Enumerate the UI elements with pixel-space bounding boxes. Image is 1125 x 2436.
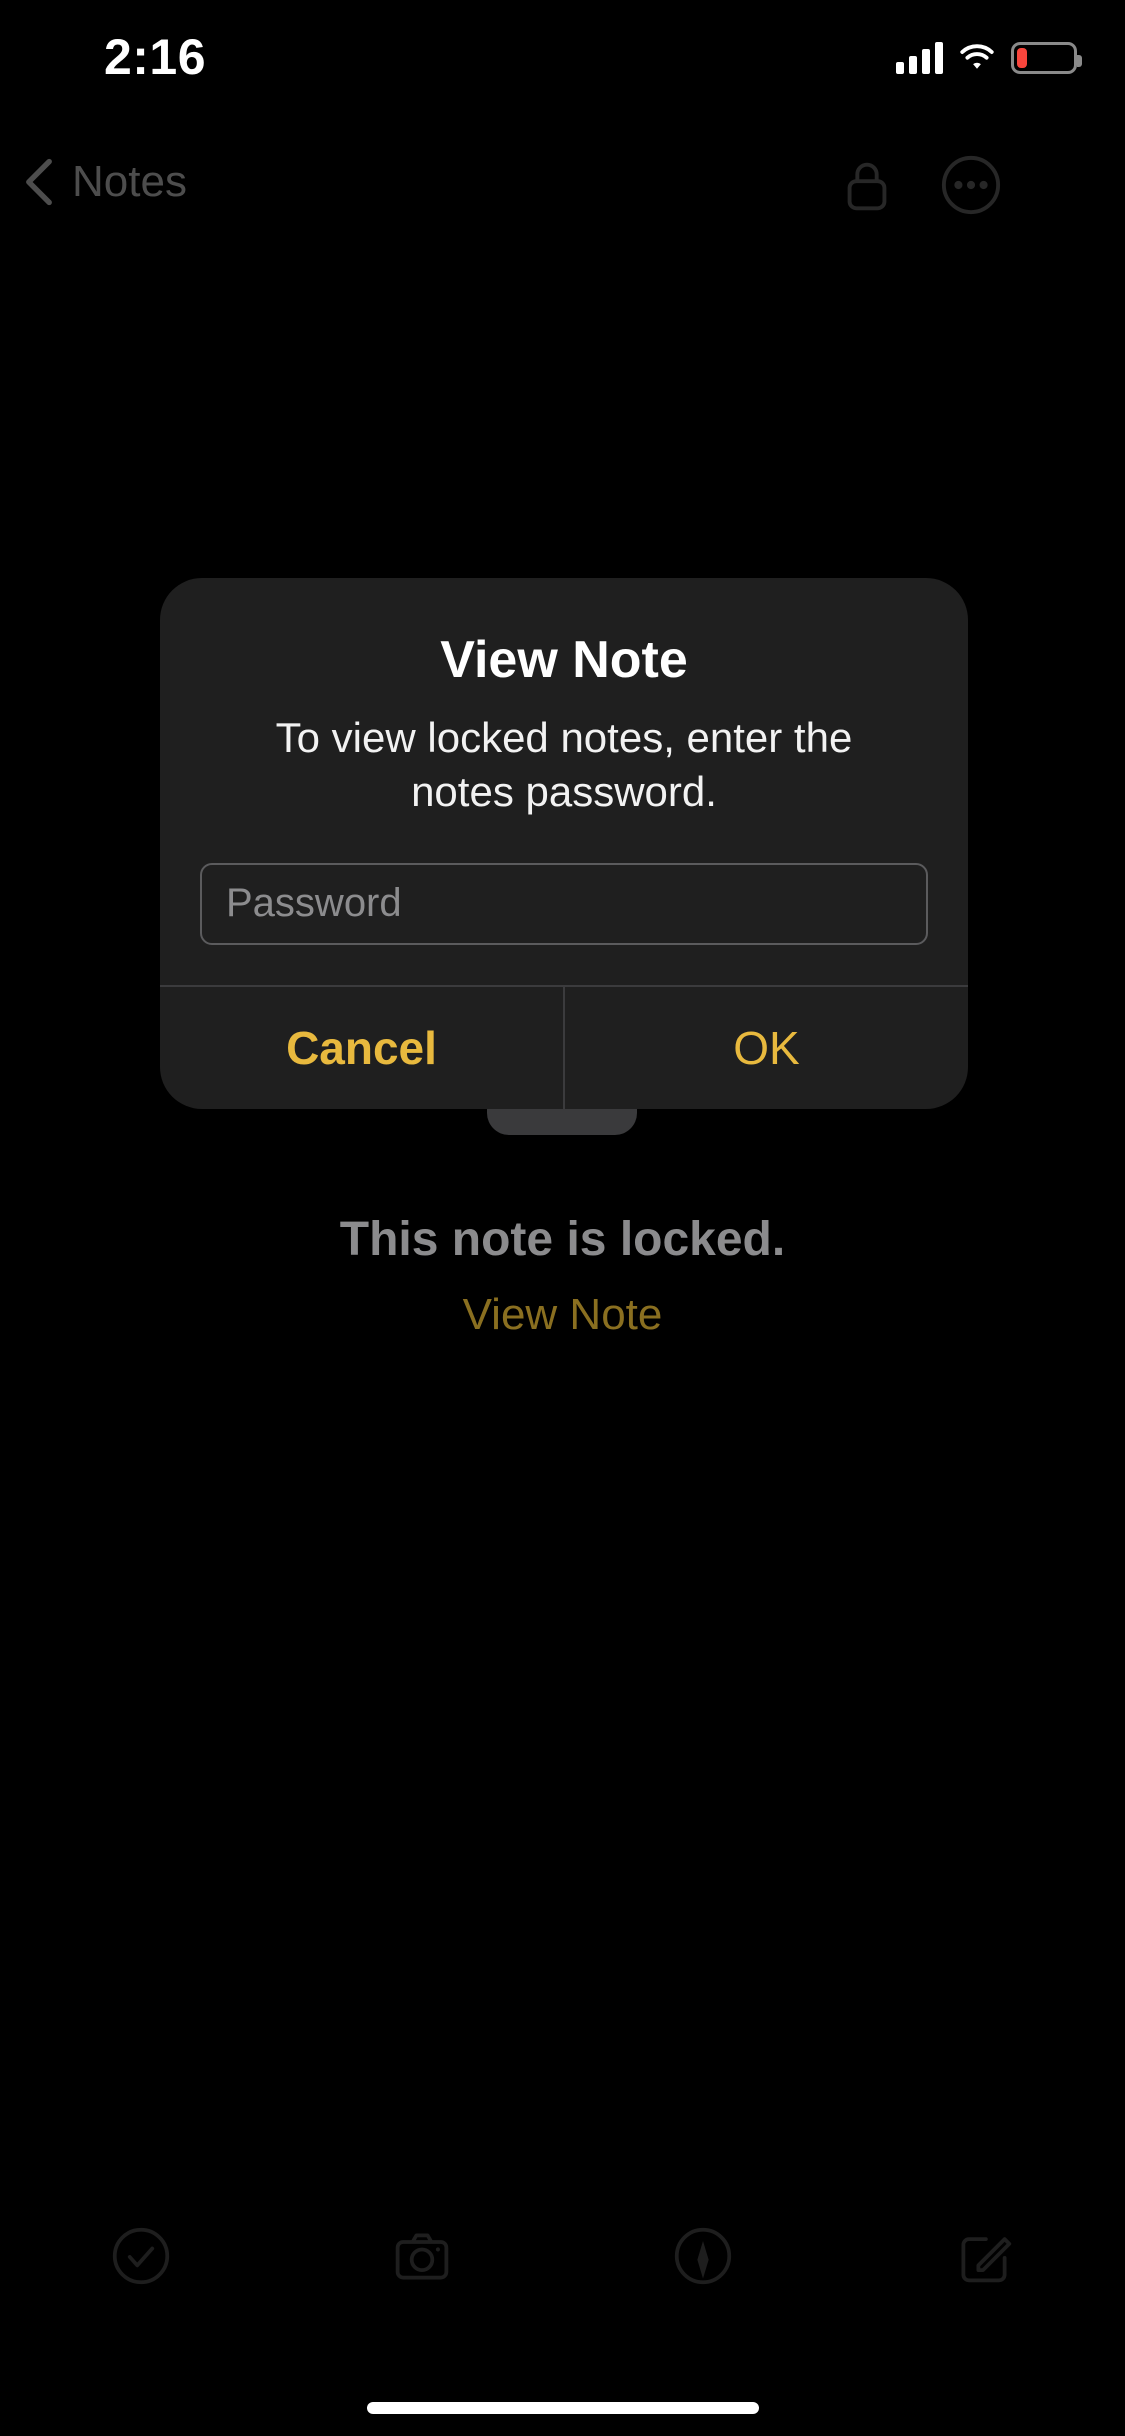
toolbar-item-compose[interactable] bbox=[844, 2196, 1125, 2316]
cancel-button[interactable]: Cancel bbox=[160, 987, 563, 1109]
compose-icon bbox=[961, 2237, 1012, 2283]
camera-icon bbox=[395, 2233, 449, 2280]
home-indicator bbox=[366, 2402, 759, 2414]
markup-pen-circle-icon bbox=[675, 2227, 732, 2285]
toolbar-item-camera[interactable] bbox=[281, 2196, 562, 2316]
ok-button[interactable]: OK bbox=[565, 987, 968, 1109]
alert-header: View Note To view locked notes, enter th… bbox=[160, 578, 968, 863]
view-note-alert-dialog: View Note To view locked notes, enter th… bbox=[160, 578, 968, 1109]
toolbar-item-checklist[interactable] bbox=[0, 2196, 281, 2316]
alert-message: To view locked notes, enter the notes pa… bbox=[275, 714, 853, 815]
notes-locked-note-screen: 2:16 Notes This note is locked. View Not… bbox=[0, 0, 1125, 2436]
locked-note-message: This note is locked. bbox=[339, 1213, 786, 1266]
checklist-circle-icon bbox=[112, 2227, 169, 2285]
bottom-toolbar bbox=[0, 2196, 1125, 2316]
view-note-link[interactable]: View Note bbox=[0, 1290, 1125, 1340]
alert-field-container bbox=[160, 862, 968, 985]
password-input[interactable] bbox=[200, 862, 928, 945]
locked-note-body: This note is locked. View Note bbox=[0, 0, 1125, 2436]
toolbar-item-markup[interactable] bbox=[563, 2196, 844, 2316]
alert-action-row: Cancel OK bbox=[160, 984, 968, 1109]
alert-title: View Note bbox=[440, 631, 688, 689]
